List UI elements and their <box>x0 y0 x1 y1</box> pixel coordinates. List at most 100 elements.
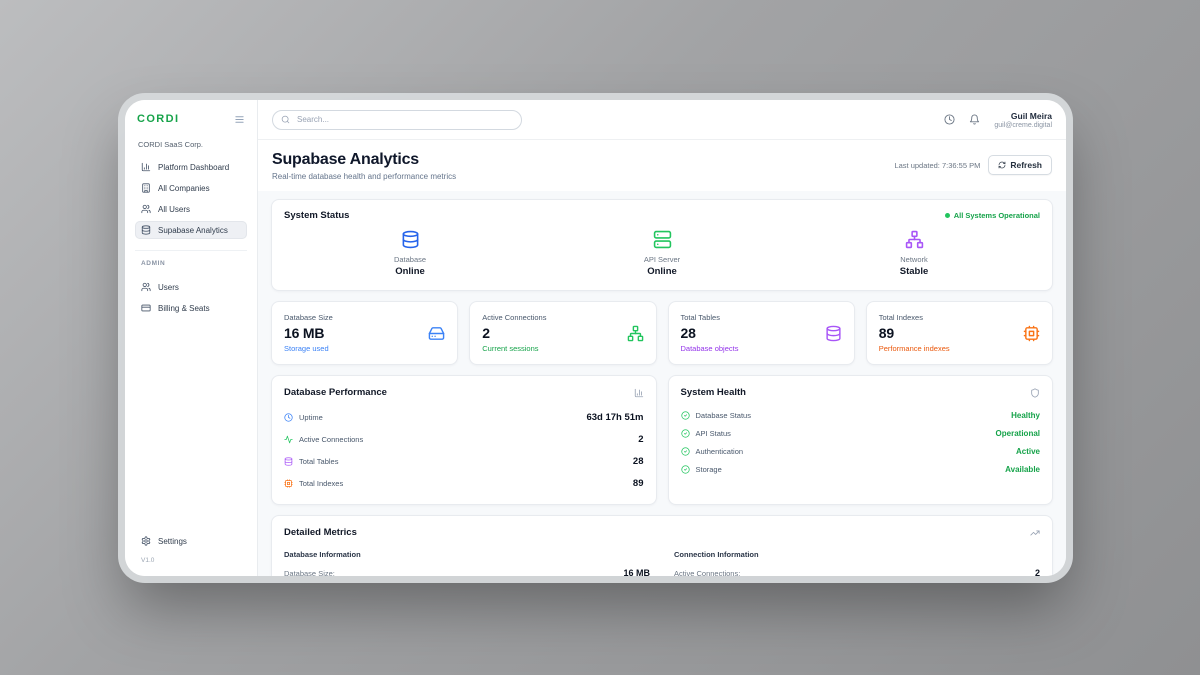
cpu-icon <box>284 479 293 488</box>
page-header-right: Last updated: 7:36:55 PM Refresh <box>894 155 1052 175</box>
detail-value: 2 <box>1035 568 1040 576</box>
bell-icon[interactable] <box>969 114 980 125</box>
metric-card-database-size: Database Size 16 MB Storage used <box>271 301 458 365</box>
search-box[interactable] <box>272 110 522 130</box>
brand-logo: CORDI <box>137 113 179 125</box>
database-icon <box>284 457 293 466</box>
detailed-metrics-card: Detailed Metrics Database Information Da… <box>271 515 1053 576</box>
status-grid: Database Online API Server Online <box>284 230 1040 277</box>
check-circle-icon <box>681 429 690 438</box>
sidebar-item-label: All Users <box>158 205 190 214</box>
row-label: Database Status <box>696 411 751 420</box>
clock-icon <box>284 413 293 422</box>
detail-row: Database Size: 16 MB <box>284 568 650 576</box>
page-title: Supabase Analytics <box>272 151 456 169</box>
gear-icon <box>141 536 151 546</box>
sidebar-item-users[interactable]: Users <box>135 278 247 296</box>
status-item-database: Database Online <box>284 230 536 277</box>
sidebar-item-label: All Companies <box>158 184 210 193</box>
metric-card-total-indexes: Total Indexes 89 Performance indexes <box>866 301 1053 365</box>
performance-row-uptime: Uptime 63d 17h 51m <box>284 406 644 428</box>
app-window: CORDI CORDI SaaS Corp. Platform Dashboar… <box>125 100 1066 576</box>
metric-label: Total Indexes <box>879 313 950 322</box>
metric-card-active-connections: Active Connections 2 Current sessions <box>469 301 656 365</box>
sidebar-header: CORDI <box>135 113 247 125</box>
row-value: Active <box>1016 447 1040 456</box>
health-rows: Database Status Healthy API Status <box>681 406 1041 478</box>
cpu-icon <box>1023 325 1040 342</box>
status-item-network: Network Stable <box>788 230 1040 277</box>
metric-subtext: Storage used <box>284 344 333 353</box>
sidebar-item-label: Users <box>158 283 179 292</box>
sidebar: CORDI CORDI SaaS Corp. Platform Dashboar… <box>125 100 258 576</box>
metric-label: Database Size <box>284 313 333 322</box>
network-icon <box>627 325 644 342</box>
search-input[interactable] <box>295 114 513 125</box>
health-row-api-status: API Status Operational <box>681 424 1041 442</box>
row-left: Storage <box>681 465 722 474</box>
health-row-authentication: Authentication Active <box>681 442 1041 460</box>
detail-row: Active Connections: 2 <box>674 568 1040 576</box>
admin-section-label: ADMIN <box>135 250 247 269</box>
sidebar-item-label: Settings <box>158 537 187 546</box>
sidebar-item-supabase-analytics[interactable]: Supabase Analytics <box>135 221 247 239</box>
database-icon <box>825 325 842 342</box>
check-circle-icon <box>681 411 690 420</box>
hard-drive-icon <box>428 325 445 342</box>
row-label: API Status <box>696 429 731 438</box>
activity-icon <box>284 435 293 444</box>
status-item-value: Online <box>395 266 425 277</box>
sidebar-item-billing-seats[interactable]: Billing & Seats <box>135 299 247 317</box>
metric-text: Database Size 16 MB Storage used <box>284 313 333 353</box>
row-value: Operational <box>996 429 1040 438</box>
main-area: Guil Meira guil@creme.digital Supabase A… <box>258 100 1066 576</box>
panel-title: Database Performance <box>284 387 387 398</box>
page-header-left: Supabase Analytics Real-time database he… <box>272 151 456 181</box>
server-icon <box>653 230 672 249</box>
row-value: 28 <box>633 456 644 467</box>
row-value: Healthy <box>1011 411 1040 420</box>
metric-text: Total Indexes 89 Performance indexes <box>879 313 950 353</box>
org-name: CORDI SaaS Corp. <box>135 140 247 149</box>
metric-text: Total Tables 28 Database objects <box>681 313 739 353</box>
row-left: Authentication <box>681 447 744 456</box>
status-item-label: Network <box>900 255 928 264</box>
clock-icon[interactable] <box>944 114 955 125</box>
status-dot <box>945 213 950 218</box>
status-item-label: API Server <box>644 255 680 264</box>
user-name: Guil Meira <box>994 111 1052 121</box>
sidebar-item-label: Supabase Analytics <box>158 226 228 235</box>
sidebar-item-all-users[interactable]: All Users <box>135 200 247 218</box>
trending-up-icon <box>1030 528 1040 538</box>
sidebar-spacer <box>135 317 247 532</box>
sidebar-item-settings[interactable]: Settings <box>135 532 247 550</box>
menu-icon[interactable] <box>234 114 245 125</box>
status-item-label: Database <box>394 255 426 264</box>
metric-value: 28 <box>681 325 739 341</box>
sidebar-item-platform-dashboard[interactable]: Platform Dashboard <box>135 158 247 176</box>
user-menu[interactable]: Guil Meira guil@creme.digital <box>994 111 1052 129</box>
status-item-api-server: API Server Online <box>536 230 788 277</box>
system-status-header: System Status All Systems Operational <box>284 210 1040 221</box>
panel-title: System Health <box>681 387 746 398</box>
row-label: Uptime <box>299 413 323 422</box>
row-label: Active Connections <box>299 435 363 444</box>
panels-row: Database Performance Uptime <box>271 375 1053 505</box>
metric-card-total-tables: Total Tables 28 Database objects <box>668 301 855 365</box>
detailed-metrics-header: Detailed Metrics <box>284 527 1040 538</box>
row-left: Active Connections <box>284 435 363 444</box>
metric-subtext: Database objects <box>681 344 739 353</box>
metric-value: 16 MB <box>284 325 333 341</box>
topbar: Guil Meira guil@creme.digital <box>258 100 1066 140</box>
performance-row-active-connections: Active Connections 2 <box>284 428 644 450</box>
database-performance-panel: Database Performance Uptime <box>271 375 657 505</box>
building-icon <box>141 183 151 193</box>
detail-label: Database Size: <box>284 569 335 577</box>
sidebar-item-all-companies[interactable]: All Companies <box>135 179 247 197</box>
refresh-button[interactable]: Refresh <box>988 155 1052 175</box>
detailed-metrics-grid: Database Information Database Size: 16 M… <box>284 550 1040 576</box>
metric-text: Active Connections 2 Current sessions <box>482 313 546 353</box>
row-value: 89 <box>633 478 644 489</box>
row-left: Total Tables <box>284 457 338 466</box>
refresh-button-label: Refresh <box>1010 160 1042 170</box>
